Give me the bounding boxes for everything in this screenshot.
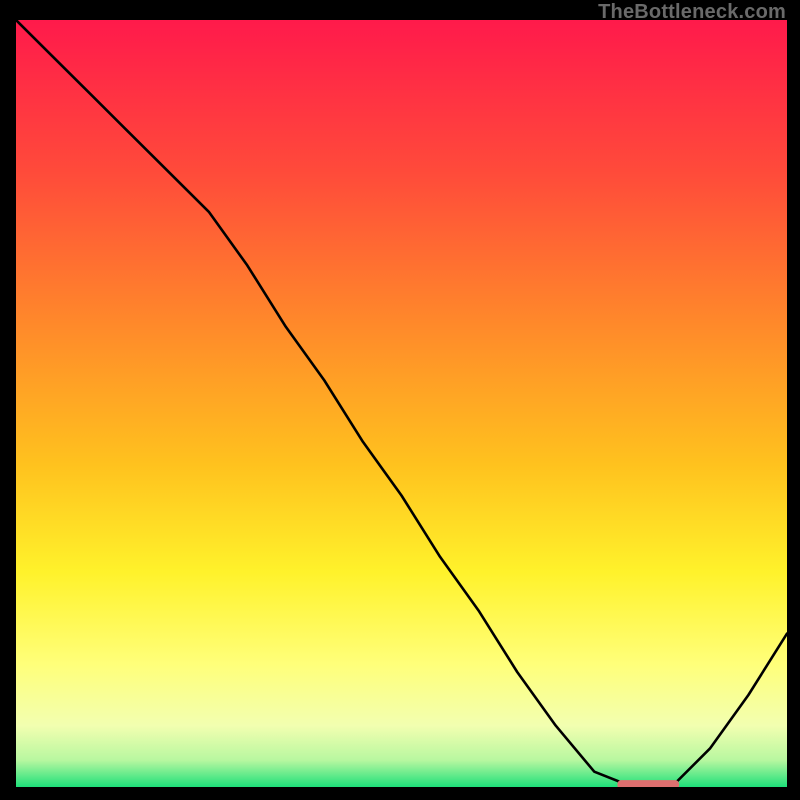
chart-background-gradient: [16, 20, 787, 787]
bottleneck-chart: [16, 20, 787, 787]
